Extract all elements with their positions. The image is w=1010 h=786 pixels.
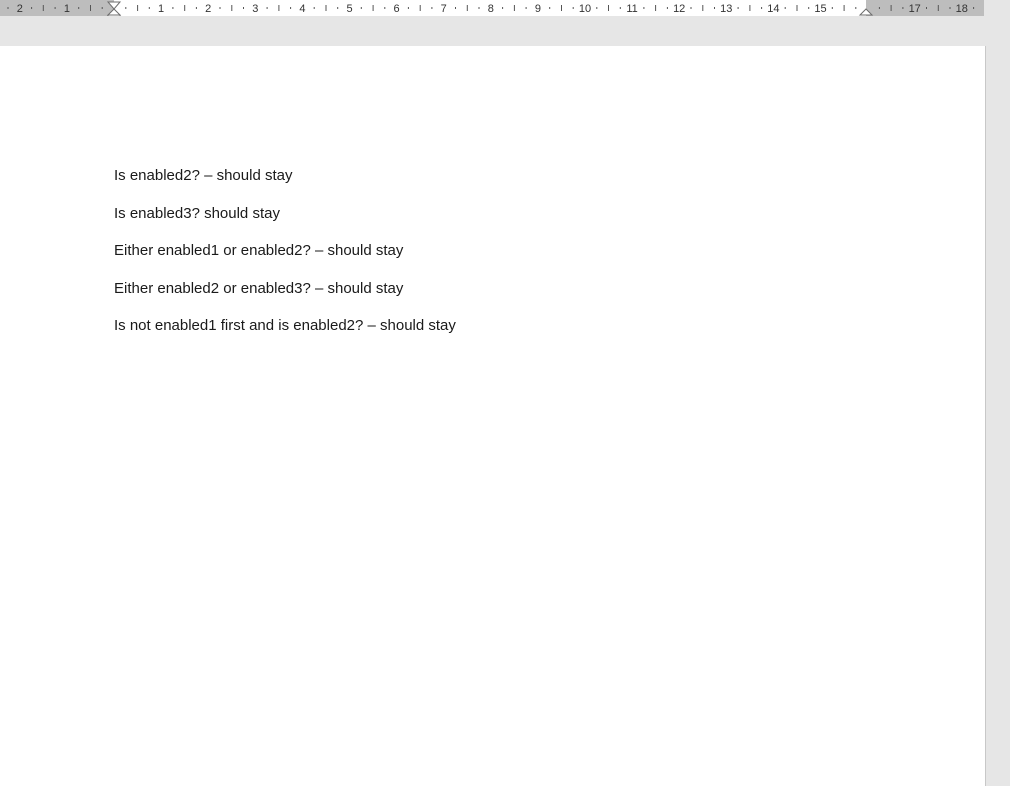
- ruler-number: 7: [441, 3, 447, 15]
- ruler-number: 1: [64, 3, 70, 15]
- document-paragraph[interactable]: Is enabled2? – should stay: [114, 167, 292, 184]
- ruler-graphic: 2 1 1 2 3 4 5 6 7 8 9 10 11 12 13 14 15 17 18: [0, 0, 984, 16]
- document-page[interactable]: Is enabled2? – should stay Is enabled3? …: [0, 46, 986, 786]
- document-paragraph[interactable]: Is not enabled1 first and is enabled2? –…: [114, 317, 456, 334]
- ruler-number: 2: [205, 3, 211, 15]
- ruler-number: 9: [535, 3, 541, 15]
- horizontal-ruler[interactable]: 2 1 1 2 3 4 5 6 7 8 9 10 11 12 13 14 15 17 18: [0, 0, 1010, 16]
- ruler-number: 2: [17, 3, 23, 15]
- ruler-number: 17: [909, 3, 921, 15]
- ruler-gap: [0, 16, 1010, 46]
- ruler-number: 8: [488, 3, 494, 15]
- ruler-number: 18: [956, 3, 968, 15]
- ruler-number: 12: [673, 3, 685, 15]
- ruler-number: 13: [720, 3, 732, 15]
- document-paragraph[interactable]: Is enabled3? should stay: [114, 205, 280, 222]
- document-paragraph[interactable]: Either enabled2 or enabled3? – should st…: [114, 280, 403, 297]
- ruler-number: 6: [394, 3, 400, 15]
- ruler-number: 15: [814, 3, 826, 15]
- ruler-number: 11: [626, 3, 637, 15]
- vertical-scrollbar[interactable]: [986, 46, 1010, 786]
- ruler-number: 5: [346, 3, 352, 15]
- ruler-number: 1: [158, 3, 164, 15]
- ruler-number: 14: [767, 3, 779, 15]
- ruler-number: 4: [299, 3, 305, 15]
- ruler-number: 10: [579, 3, 591, 15]
- document-paragraph[interactable]: Either enabled1 or enabled2? – should st…: [114, 242, 403, 259]
- ruler-number: 3: [252, 3, 258, 15]
- ruler-numbers: 2 1 1 2 3 4 5 6 7 8 9 10 11 12 13 14 15 17 18: [17, 3, 968, 15]
